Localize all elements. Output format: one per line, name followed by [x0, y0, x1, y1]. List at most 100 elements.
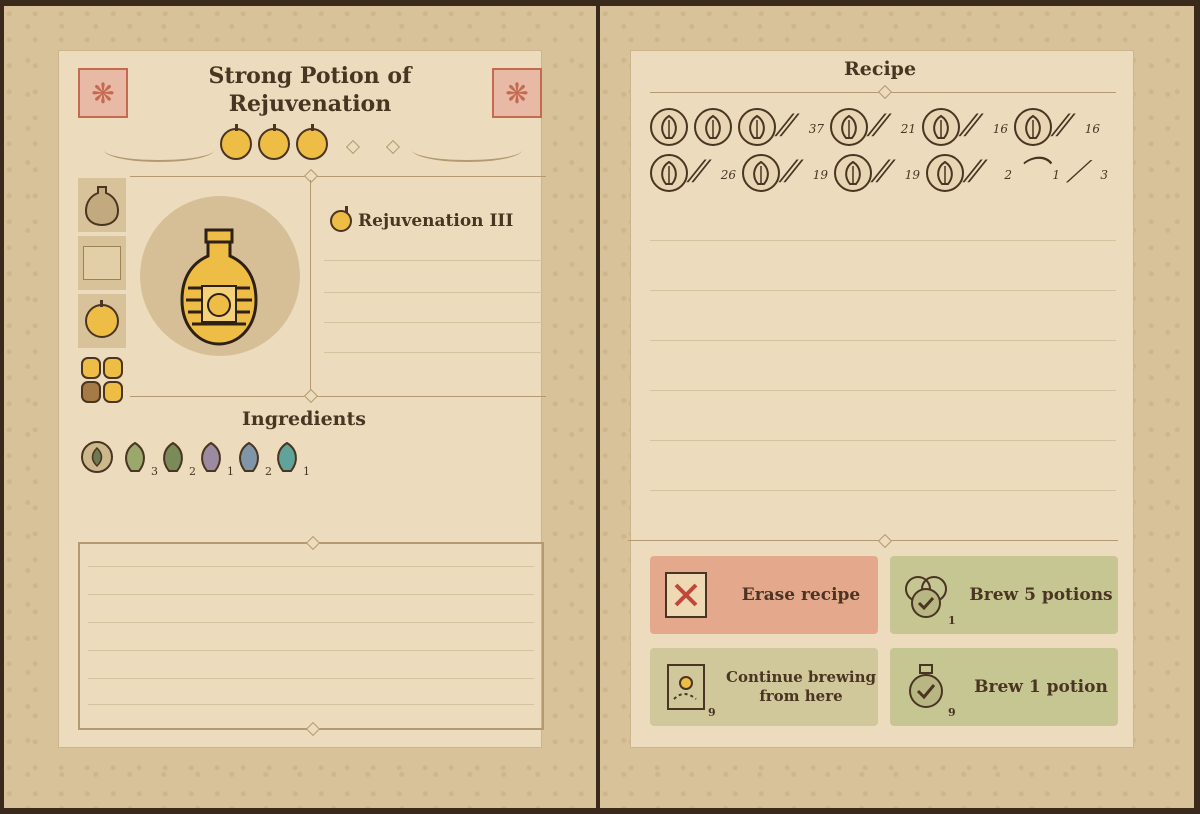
- bottle-shape-icon: [84, 186, 120, 227]
- step-count: 37: [808, 122, 824, 136]
- apple-icon: [296, 124, 328, 160]
- apple-icon: [220, 124, 252, 160]
- step-count: 1: [1052, 168, 1060, 182]
- ruled-line: [88, 678, 534, 679]
- divider: [628, 540, 1118, 541]
- sticker-slot[interactable]: [78, 294, 126, 348]
- step-count: 3: [1100, 168, 1108, 182]
- color-bottles-icon: [81, 357, 123, 403]
- grind-icon: ⁄⁄ 21: [874, 108, 916, 146]
- continue-brewing-button[interactable]: 9 Continue brewing from here: [650, 648, 878, 726]
- step-count: 16: [992, 122, 1008, 136]
- ruled-line: [88, 622, 534, 623]
- herb-green-icon: 3: [118, 440, 158, 478]
- recipe-heading: Recipe: [844, 58, 917, 80]
- ruled-line: [650, 340, 1116, 341]
- continue-label: Continue brewing from here: [726, 668, 876, 705]
- ruled-line: [88, 594, 534, 595]
- leaf-blue-icon: 2: [232, 440, 272, 478]
- step-count: 26: [720, 168, 736, 182]
- grind-icon: ⁄⁄ 16: [966, 108, 1008, 146]
- potion-title: Strong Potion of Rejuvenation: [208, 63, 412, 117]
- brew5-count: 1: [948, 614, 956, 627]
- herb-icon: [830, 108, 868, 146]
- erase-label: Erase recipe: [741, 584, 861, 605]
- grind-icon: ⁄⁄ 19: [786, 154, 828, 192]
- base-icon: [650, 108, 688, 146]
- step-count: 2: [1004, 168, 1012, 182]
- label-icon: [83, 246, 121, 280]
- ingredient-count: 1: [303, 465, 310, 478]
- ingredients-list: 32121: [80, 440, 310, 478]
- recipe-book: ❋ ❋ Strong Potion of Rejuvenation Rejuve…: [0, 0, 1200, 814]
- seal-icon: ❋: [492, 68, 542, 118]
- color-slot[interactable]: [78, 352, 126, 408]
- potion-check-icon: 9: [900, 659, 956, 719]
- divider: [130, 396, 546, 397]
- ruled-line: [324, 292, 544, 293]
- base-water-icon: [80, 440, 114, 474]
- step-count: 19: [812, 168, 828, 182]
- divider: [130, 176, 546, 177]
- apple-icon: [258, 124, 290, 160]
- flower-icon: [926, 154, 964, 192]
- label-slot[interactable]: [78, 236, 126, 290]
- step-count: 16: [1084, 122, 1100, 136]
- leaf-icon: [834, 154, 872, 192]
- bottle-shape-slot[interactable]: [78, 178, 126, 232]
- step-count: 21: [900, 122, 916, 136]
- apple-icon: [330, 206, 352, 232]
- potion-strength: [0, 124, 548, 160]
- divider: [310, 180, 311, 396]
- ruled-line: [324, 352, 544, 353]
- ruled-line: [88, 704, 534, 705]
- recipe-row: ⁄⁄ 26 ⁄⁄ 19 ⁄⁄ 19 ⁄⁄ 2 ⌒ 1 ⟋ 3: [650, 150, 1110, 196]
- ruled-line: [88, 650, 534, 651]
- grind-icon: ⁄⁄ 2: [970, 154, 1012, 192]
- seal-icon: ❋: [78, 68, 128, 118]
- leaf-icon: [650, 154, 688, 192]
- leaf-purple-icon: 1: [194, 440, 234, 478]
- ruled-line: [650, 290, 1116, 291]
- ruled-line: [650, 440, 1116, 441]
- apple-icon: [85, 300, 119, 338]
- grind-icon: ⁄⁄ 37: [782, 108, 824, 146]
- notes-area[interactable]: [78, 535, 544, 737]
- grind-icon: ⁄⁄ 26: [694, 154, 736, 192]
- brew1-label: Brew 1 potion: [974, 676, 1108, 697]
- effect-label: Rejuvenation III: [358, 211, 514, 231]
- continue-count: 9: [708, 706, 716, 719]
- herb-icon: [922, 108, 960, 146]
- herb-icon: [738, 108, 776, 146]
- brew-5-potions-button[interactable]: 1 Brew 5 potions: [890, 556, 1118, 634]
- map-icon: 9: [660, 659, 716, 719]
- ruled-line: [650, 490, 1116, 491]
- bellows-icon: ⟋ 3: [1066, 154, 1108, 192]
- step-count: 19: [904, 168, 920, 182]
- ruled-line: [324, 260, 544, 261]
- leaf-icon: [742, 154, 780, 192]
- customization-column: [78, 178, 130, 412]
- ruled-line: [324, 322, 544, 323]
- recipe-steps: ⁄⁄ 37 ⁄⁄ 21 ⁄⁄ 16 ⁄⁄ 16 ⁄⁄ 26 ⁄⁄ 19 ⁄⁄ 19 ⁄⁄ 2 ⌒ 1 ⟋ 3: [650, 104, 1110, 196]
- potion-bottle-icon: [180, 228, 258, 346]
- erase-recipe-button[interactable]: Erase recipe: [650, 556, 878, 634]
- grind-icon: ⁄⁄ 16: [1058, 108, 1100, 146]
- ingredients-heading: Ingredients: [242, 408, 366, 430]
- ruled-line: [650, 390, 1116, 391]
- ruled-line: [650, 240, 1116, 241]
- grind-icon: ⁄⁄ 19: [878, 154, 920, 192]
- potion-effect: Rejuvenation III: [330, 206, 514, 232]
- herb-icon: [1014, 108, 1052, 146]
- brew-1-potion-button[interactable]: 9 Brew 1 potion: [890, 648, 1118, 726]
- ruled-line: [88, 566, 534, 567]
- herb-icon: [694, 108, 732, 146]
- scroll-x-icon: [660, 567, 712, 623]
- brew1-count: 9: [948, 706, 956, 719]
- herb-dark-icon: 2: [156, 440, 196, 478]
- flower-teal-icon: 1: [270, 440, 310, 478]
- ladle-icon: ⌒ 1: [1018, 154, 1060, 192]
- brew5-label: Brew 5 potions: [969, 584, 1113, 605]
- potions-check-icon: 1: [900, 567, 956, 627]
- recipe-row: ⁄⁄ 37 ⁄⁄ 21 ⁄⁄ 16 ⁄⁄ 16: [650, 104, 1110, 150]
